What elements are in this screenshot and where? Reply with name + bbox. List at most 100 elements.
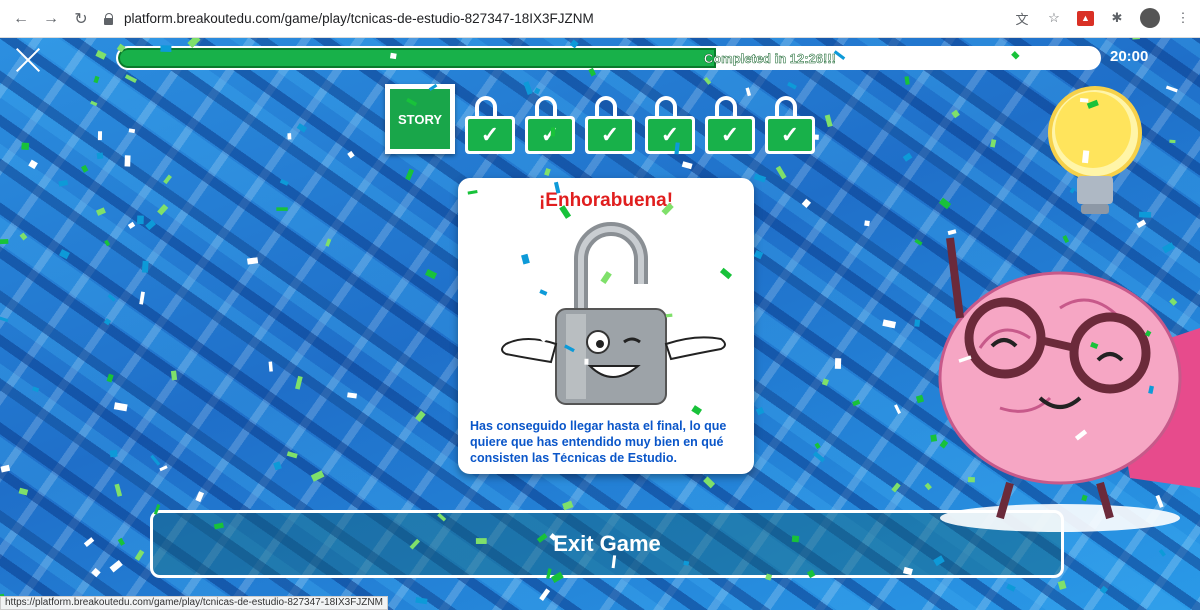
progress-text: Completed in 12:26!!! [703, 51, 837, 67]
confetti-piece [425, 268, 438, 280]
lock-2[interactable]: ✓ [525, 96, 575, 154]
confetti-piece [405, 168, 415, 181]
confetti-piece [755, 406, 765, 416]
confetti-piece [1099, 585, 1109, 595]
confetti-piece [775, 165, 787, 180]
confetti-piece [18, 487, 29, 496]
smiling-padlock-icon [501, 222, 726, 405]
lock-icon [104, 12, 114, 25]
confetti-piece [19, 232, 28, 241]
confetti-piece [347, 150, 355, 159]
confetti-piece [268, 361, 273, 372]
confetti-piece [195, 491, 205, 503]
confetti-piece [32, 386, 40, 393]
confetti-piece [139, 291, 145, 305]
confetti-piece [106, 373, 114, 383]
confetti-piece [415, 597, 428, 605]
extension-icon[interactable]: ▲ [1077, 10, 1094, 26]
confetti-piece [852, 399, 861, 407]
lock-3[interactable]: ✓ [585, 96, 635, 154]
confetti-piece [821, 378, 829, 386]
translate-icon[interactable]: 文 [1013, 9, 1031, 27]
confetti-piece [95, 207, 106, 216]
confetti-piece [834, 358, 842, 369]
confetti-piece [95, 50, 107, 60]
confetti-piece [91, 567, 101, 578]
confetti-piece [1057, 580, 1067, 590]
confetti-piece [117, 537, 125, 546]
confetti-piece [104, 239, 111, 247]
card-title: ¡Enhorabuena! [538, 190, 674, 211]
confetti-piece [83, 537, 95, 547]
confetti-piece [21, 142, 30, 150]
confetti-piece [414, 410, 426, 422]
status-url: https://platform.breakoutedu.com/game/pl… [0, 596, 388, 610]
timer: 20:00 [1110, 48, 1149, 65]
arrow-left-icon[interactable]: ← [10, 8, 32, 30]
confetti-piece [109, 560, 123, 573]
confetti-piece [286, 451, 298, 459]
lightbulb-icon [1048, 86, 1142, 214]
confetti-piece [287, 133, 292, 140]
confetti-piece [273, 461, 282, 471]
confetti-piece [124, 155, 131, 167]
lock-1[interactable]: ✓ [465, 96, 515, 154]
lock-6[interactable]: ✓ [765, 96, 815, 154]
success-card: ¡Enhorabuena! Has conseguido llegar hast… [458, 178, 754, 474]
confetti-piece [814, 442, 821, 449]
confetti-piece [891, 482, 901, 493]
confetti-piece [681, 161, 693, 170]
reload-icon[interactable]: ↻ [70, 8, 92, 30]
confetti-piece [93, 75, 100, 84]
confetti-piece [58, 249, 70, 260]
avatar[interactable] [1140, 8, 1160, 28]
confetti-piece [864, 220, 870, 227]
check-icon: ✓ [708, 119, 752, 151]
browser-toolbar: ← → ↻ platform.breakoutedu.com/game/play… [0, 0, 1200, 38]
lock-4[interactable]: ✓ [645, 96, 695, 154]
check-icon: ✓ [528, 119, 572, 151]
confetti-piece [134, 549, 145, 561]
confetti-piece [347, 392, 358, 399]
confetti-piece [801, 198, 812, 209]
check-icon: ✓ [768, 119, 812, 151]
game-stage: Completed in 12:26!!! 20:00 STORY ✓ ✓ ✓ … [0, 38, 1200, 610]
brain-mascot-icon [938, 237, 1200, 532]
confetti-piece [295, 375, 303, 390]
confetti-piece [81, 164, 89, 173]
confetti-piece [0, 464, 11, 473]
confetti-piece [150, 454, 161, 466]
confetti-piece [0, 316, 9, 323]
confetti-piece [812, 451, 826, 463]
star-icon[interactable]: ☆ [1045, 9, 1063, 27]
locks-row: STORY ✓ ✓ ✓ ✓ ✓ ✓ [385, 84, 815, 154]
confetti-piece [1165, 85, 1178, 93]
confetti-piece [107, 293, 116, 302]
confetti-piece [128, 128, 136, 134]
confetti-piece [163, 174, 172, 185]
story-button[interactable]: STORY [385, 84, 455, 154]
confetti-piece [703, 476, 716, 489]
confetti-piece [170, 370, 178, 381]
confetti-piece [159, 465, 168, 472]
confetti-piece [109, 449, 118, 458]
confetti-piece [96, 152, 104, 160]
confetti-piece [562, 500, 574, 511]
confetti-piece [58, 179, 69, 187]
confetti-piece [902, 152, 913, 162]
confetti-piece [127, 221, 136, 229]
confetti-piece [157, 203, 169, 216]
confetti-piece [124, 74, 137, 83]
menu-icon[interactable]: ⋮ [1174, 9, 1192, 27]
address-bar[interactable]: platform.breakoutedu.com/game/play/tcnic… [104, 6, 1114, 32]
lock-5[interactable]: ✓ [705, 96, 755, 154]
arrow-right-icon[interactable]: → [40, 8, 62, 30]
confetti-piece [882, 319, 897, 329]
confetti-piece [1006, 583, 1016, 592]
puzzle-icon[interactable]: ✱ [1108, 9, 1126, 27]
close-icon[interactable] [14, 46, 42, 74]
confetti-piece [1158, 549, 1166, 557]
confetti-piece [990, 139, 997, 148]
confetti-piece [28, 159, 38, 170]
confetti-piece [279, 178, 289, 186]
